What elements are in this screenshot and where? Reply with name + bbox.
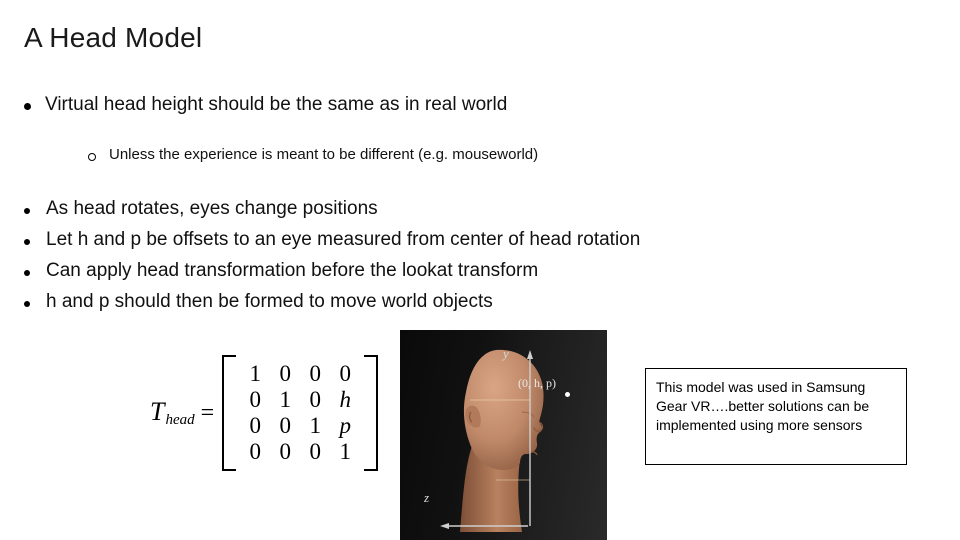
axis-label-z: z (424, 490, 430, 505)
matrix-cell-1-3: h (339, 387, 351, 412)
left-bracket-icon (222, 355, 237, 471)
bullet-circle-icon (88, 153, 96, 161)
matrix-cell-1-1: 1 (279, 387, 291, 412)
bullet-dot-icon (24, 239, 30, 245)
matrix-cell-3-2: 0 (309, 439, 321, 464)
matrix-equation: Thead = 1000010h001p0001 (150, 355, 379, 471)
bullet-dot-icon (24, 103, 31, 110)
matrix-cell-0-3: 0 (339, 361, 351, 386)
matrix-cell-1-2: 0 (309, 387, 321, 412)
list-item-label: h and p should then be formed to move wo… (46, 291, 493, 312)
bullet-dot-icon (24, 270, 30, 276)
bullet-dot-icon (24, 208, 30, 214)
matrix-cell-3-3: 1 (339, 439, 351, 464)
matrix-cell-3-1: 0 (279, 439, 291, 464)
point-marker-icon (565, 392, 570, 397)
axis-label-y: y (503, 346, 509, 361)
matrix-cell-0-0: 1 (249, 361, 261, 386)
list-item: Can apply head transformation before the… (24, 260, 538, 282)
matrix-cell-2-2: 1 (309, 413, 321, 438)
matrix-cell-3-0: 0 (249, 439, 261, 464)
list-item-label: As head rotates, eyes change positions (46, 198, 378, 219)
head-model-image: y z (0, h, p) (400, 330, 607, 540)
page-title: A Head Model (24, 22, 203, 53)
matrix-grid: 1000010h001p0001 (236, 355, 364, 471)
matrix-label: Thead (150, 396, 195, 429)
matrix-cell-2-1: 0 (279, 413, 291, 438)
callout-text: This model was used in Samsung Gear VR….… (656, 379, 870, 433)
list-item-label: Let h and p be offsets to an eye measure… (46, 229, 641, 250)
matrix-cell-2-0: 0 (249, 413, 261, 438)
list-item: Unless the experience is meant to be dif… (88, 146, 538, 164)
matrix-cell-2-3: p (339, 413, 351, 438)
right-bracket-icon (364, 355, 379, 471)
bullet-dot-icon (24, 301, 30, 307)
matrix-cell-0-1: 0 (279, 361, 291, 386)
list-item-label: Can apply head transformation before the… (46, 260, 539, 281)
matrix-cell-1-0: 0 (249, 387, 261, 412)
list-item: h and p should then be formed to move wo… (24, 291, 493, 313)
list-item: As head rotates, eyes change positions (24, 198, 378, 220)
list-item-label: Virtual head height should be the same a… (45, 94, 508, 115)
point-coordinate-label: (0, h, p) (518, 376, 556, 390)
list-item-label: Unless the experience is meant to be dif… (109, 146, 539, 163)
equals-sign: = (200, 399, 215, 426)
list-item: Virtual head height should be the same a… (24, 94, 507, 116)
callout-box: This model was used in Samsung Gear VR….… (645, 368, 907, 465)
matrix-cell-0-2: 0 (309, 361, 321, 386)
list-item: Let h and p be offsets to an eye measure… (24, 229, 640, 251)
